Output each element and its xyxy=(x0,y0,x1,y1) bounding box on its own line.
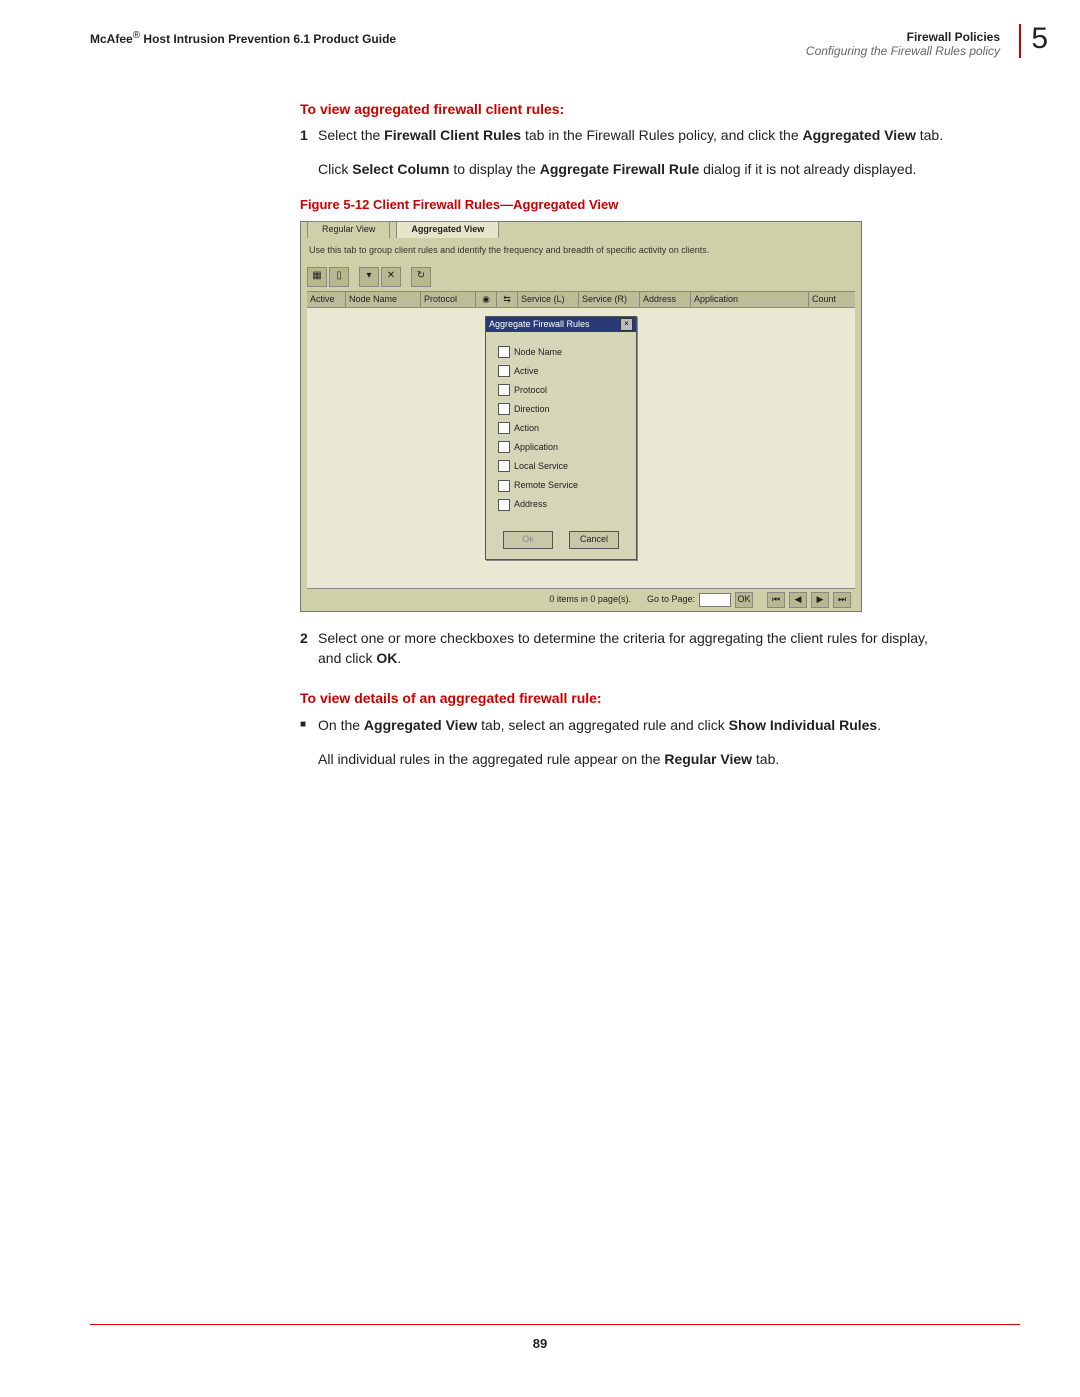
step-2-body: Select one or more checkboxes to determi… xyxy=(318,628,950,669)
option-protocol[interactable]: Protocol xyxy=(498,384,628,397)
bullet-icon: ■ xyxy=(300,715,318,770)
goto-page-ok-button[interactable]: OK xyxy=(735,592,753,608)
grid-header: Active Node Name Protocol ◉ ⇆ Service (L… xyxy=(307,291,855,308)
chapter-number: 5 xyxy=(1019,24,1048,58)
checkbox-icon[interactable] xyxy=(498,346,510,358)
grid-body: Aggregate Firewall Rules × Node Name Act… xyxy=(307,308,855,588)
step-2-number: 2 xyxy=(300,628,318,669)
header-right: Firewall Policies Configuring the Firewa… xyxy=(806,30,1020,59)
option-node-name[interactable]: Node Name xyxy=(498,346,628,359)
toolbar-filter-icon[interactable]: ▾ xyxy=(359,267,379,287)
option-local-service[interactable]: Local Service xyxy=(498,460,628,473)
column-address[interactable]: Address xyxy=(640,292,691,307)
nav-next-icon[interactable]: ▶ xyxy=(811,592,829,608)
footer-rule xyxy=(90,1324,1020,1325)
document-page: McAfee® Host Intrusion Prevention 6.1 Pr… xyxy=(0,0,1080,1397)
step-1: 1 Select the Firewall Client Rules tab i… xyxy=(300,125,950,180)
shot-inner: Use this tab to group client rules and i… xyxy=(301,238,861,611)
page-number: 89 xyxy=(0,1336,1080,1351)
subsection-title: Configuring the Firewall Rules policy xyxy=(806,44,1000,58)
shot-hint: Use this tab to group client rules and i… xyxy=(307,242,855,265)
nav-prev-icon[interactable]: ◀ xyxy=(789,592,807,608)
goto-page-label: Go to Page: xyxy=(647,593,695,606)
bullet-1-body: On the Aggregated View tab, select an ag… xyxy=(318,715,950,770)
section-heading-view-aggregated: To view aggregated firewall client rules… xyxy=(300,99,950,119)
tab-bar: Regular View Aggregated View xyxy=(301,222,861,238)
checkbox-icon[interactable] xyxy=(498,384,510,396)
brand-name: McAfee xyxy=(90,32,133,46)
section-title: Firewall Policies xyxy=(907,30,1000,44)
close-icon[interactable]: × xyxy=(620,318,633,331)
step-1-para-2: Click Select Column to display the Aggre… xyxy=(318,159,950,179)
reg-mark: ® xyxy=(133,30,140,41)
ok-button[interactable]: Ok xyxy=(503,531,553,549)
toolbar-refresh-icon[interactable]: ↻ xyxy=(411,267,431,287)
dialog-title: Aggregate Firewall Rules xyxy=(489,318,590,331)
toolbar-clear-filter-icon[interactable]: ✕ xyxy=(381,267,401,287)
option-address[interactable]: Address xyxy=(498,498,628,511)
nav-first-icon[interactable]: ⏮ xyxy=(767,592,785,608)
column-application[interactable]: Application xyxy=(691,292,809,307)
column-service-l[interactable]: Service (L) xyxy=(518,292,579,307)
column-direction-icon[interactable]: ◉ xyxy=(476,292,497,307)
shot-toolbar: ▦ ▯ ▾ ✕ ↻ xyxy=(307,265,855,291)
step-2: 2 Select one or more checkboxes to deter… xyxy=(300,628,950,669)
section-heading-view-details: To view details of an aggregated firewal… xyxy=(300,688,950,708)
header-left: McAfee® Host Intrusion Prevention 6.1 Pr… xyxy=(90,30,396,46)
column-protocol[interactable]: Protocol xyxy=(421,292,476,307)
tab-regular-view[interactable]: Regular View xyxy=(307,221,390,238)
screenshot-aggregated-view: Regular View Aggregated View Use this ta… xyxy=(300,221,862,612)
checkbox-icon[interactable] xyxy=(498,480,510,492)
bullet-1: ■ On the Aggregated View tab, select an … xyxy=(300,715,950,770)
step-1-number: 1 xyxy=(300,125,318,180)
toolbar-columns-icon[interactable]: ▦ xyxy=(307,267,327,287)
checkbox-icon[interactable] xyxy=(498,460,510,472)
option-remote-service[interactable]: Remote Service xyxy=(498,479,628,492)
step-1-body: Select the Firewall Client Rules tab in … xyxy=(318,125,950,180)
option-application[interactable]: Application xyxy=(498,441,628,454)
checkbox-icon[interactable] xyxy=(498,403,510,415)
content-column: To view aggregated firewall client rules… xyxy=(300,99,950,769)
dialog-title-bar: Aggregate Firewall Rules × xyxy=(486,317,636,332)
checkbox-icon[interactable] xyxy=(498,365,510,377)
option-action[interactable]: Action xyxy=(498,422,628,435)
checkbox-icon[interactable] xyxy=(498,422,510,434)
dialog-aggregate-firewall-rules: Aggregate Firewall Rules × Node Name Act… xyxy=(485,316,637,560)
option-active[interactable]: Active xyxy=(498,365,628,378)
page-header: McAfee® Host Intrusion Prevention 6.1 Pr… xyxy=(90,30,1020,63)
product-name: Host Intrusion Prevention 6.1 Product Gu… xyxy=(143,32,396,46)
column-count[interactable]: Count xyxy=(809,292,855,307)
column-node-name[interactable]: Node Name xyxy=(346,292,421,307)
option-direction[interactable]: Direction xyxy=(498,403,628,416)
checkbox-icon[interactable] xyxy=(498,499,510,511)
status-text: 0 items in 0 page(s). xyxy=(549,593,631,606)
goto-page-input[interactable] xyxy=(699,593,731,607)
figure-caption: Figure 5-12 Client Firewall Rules—Aggreg… xyxy=(300,196,950,215)
column-active[interactable]: Active xyxy=(307,292,346,307)
dialog-options: Node Name Active Protocol Direction Acti… xyxy=(486,332,636,525)
toolbar-doc-icon[interactable]: ▯ xyxy=(329,267,349,287)
cancel-button[interactable]: Cancel xyxy=(569,531,619,549)
tab-aggregated-view[interactable]: Aggregated View xyxy=(396,221,499,238)
column-action-icon[interactable]: ⇆ xyxy=(497,292,518,307)
checkbox-icon[interactable] xyxy=(498,441,510,453)
column-service-r[interactable]: Service (R) xyxy=(579,292,640,307)
nav-last-icon[interactable]: ⏭ xyxy=(833,592,851,608)
shot-footer: 0 items in 0 page(s). Go to Page: OK ⏮ ◀… xyxy=(307,588,855,611)
step-1-para-1: Select the Firewall Client Rules tab in … xyxy=(318,125,950,145)
dialog-buttons: Ok Cancel xyxy=(486,525,636,559)
